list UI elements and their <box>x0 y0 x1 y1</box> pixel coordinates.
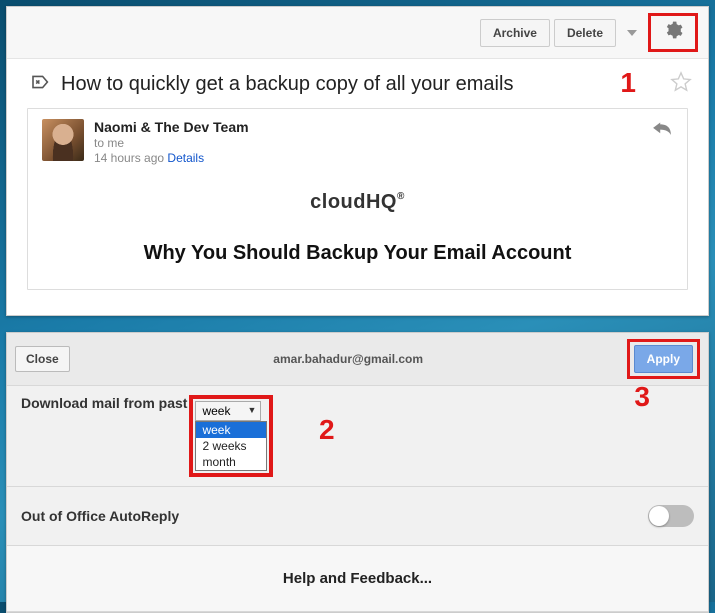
account-email: amar.bahadur@gmail.com <box>70 352 627 366</box>
message-card: Naomi & The Dev Team to me 14 hours ago … <box>27 108 688 290</box>
annotation-box-1 <box>648 13 698 52</box>
option-2weeks[interactable]: 2 weeks <box>196 438 266 454</box>
details-link[interactable]: Details <box>167 151 204 165</box>
settings-panel: Close amar.bahadur@gmail.com Apply 3 Dow… <box>6 332 709 613</box>
time-line: 14 hours ago Details <box>94 151 673 165</box>
brand-logo: cloudHQ® <box>42 191 673 214</box>
email-view-panel: Archive Delete 1 How to quickly get a ba… <box>6 6 709 316</box>
recipient-line: to me <box>94 136 673 150</box>
download-period-select[interactable]: week <box>195 401 261 421</box>
annotation-1: 1 <box>620 67 636 99</box>
annotation-box-2: week week 2 weeks month <box>189 395 273 477</box>
email-subject: How to quickly get a backup copy of all … <box>61 73 660 96</box>
close-button[interactable]: Close <box>15 346 70 372</box>
download-mail-row: Download mail from past week week 2 week… <box>7 386 708 487</box>
autoreply-label: Out of Office AutoReply <box>21 508 179 524</box>
star-icon[interactable] <box>670 71 692 98</box>
message-body-heading: Why You Should Backup Your Email Account <box>42 242 673 265</box>
email-toolbar: Archive Delete <box>7 7 708 59</box>
subject-row: How to quickly get a backup copy of all … <box>7 59 708 106</box>
archive-button[interactable]: Archive <box>480 19 550 47</box>
autoreply-row: Out of Office AutoReply <box>7 487 708 546</box>
more-actions-dropdown[interactable] <box>620 18 644 48</box>
avatar <box>42 119 84 161</box>
settings-bar: Close amar.bahadur@gmail.com Apply <box>7 333 708 386</box>
delete-button[interactable]: Delete <box>554 19 616 47</box>
help-feedback-button[interactable]: Help and Feedback... <box>7 546 708 612</box>
download-period-options[interactable]: week 2 weeks month <box>195 421 267 471</box>
message-header: Naomi & The Dev Team to me 14 hours ago … <box>42 119 673 165</box>
sender-name: Naomi & The Dev Team <box>94 119 673 135</box>
apply-button[interactable]: Apply <box>634 345 693 373</box>
option-week[interactable]: week <box>196 422 266 438</box>
annotation-2: 2 <box>319 414 335 446</box>
annotation-box-3: Apply <box>627 339 700 379</box>
timestamp: 14 hours ago <box>94 151 164 165</box>
gear-icon[interactable] <box>663 20 683 45</box>
autoreply-toggle[interactable] <box>648 505 694 527</box>
download-mail-label: Download mail from past <box>21 395 187 411</box>
label-icon[interactable] <box>31 74 51 95</box>
option-month[interactable]: month <box>196 454 266 470</box>
